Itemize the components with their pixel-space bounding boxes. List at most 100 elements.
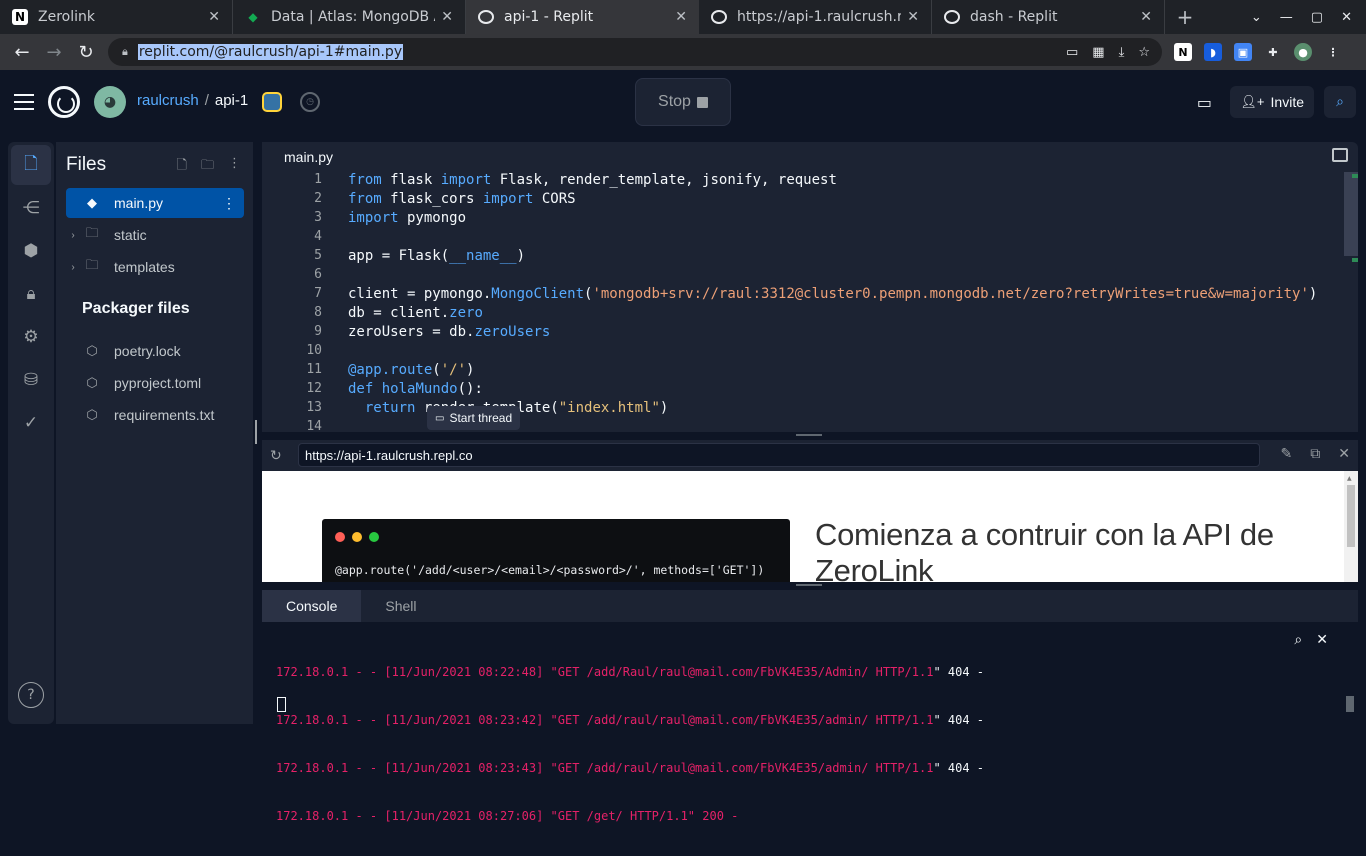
edit-pencil-icon[interactable]: ✎: [1281, 446, 1293, 462]
new-file-icon[interactable]: 🗋︎: [177, 156, 187, 178]
qr-code-icon[interactable]: ▦: [1092, 45, 1104, 60]
new-folder-icon[interactable]: 🗀︎: [201, 156, 214, 178]
browser-tab-title: dash - Replit: [970, 9, 1058, 25]
code-text: def holaMundo():: [348, 381, 483, 397]
repl-name[interactable]: api-1: [215, 92, 248, 109]
history-icon[interactable]: ◷: [300, 92, 320, 112]
comment-icon: ▭: [435, 412, 445, 424]
menu-icon[interactable]: [14, 94, 34, 115]
browser-tab-replit-api[interactable]: api-1 - Replit ✕: [466, 0, 699, 34]
search-icon[interactable]: ⌕: [1324, 86, 1356, 118]
code-text: zeroUsers = db.zeroUsers: [348, 324, 551, 340]
scroll-up-icon[interactable]: ▲: [1347, 475, 1352, 482]
chevron-right-icon[interactable]: ›: [66, 262, 80, 273]
terminal-cursor[interactable]: [277, 697, 286, 712]
close-icon[interactable]: ✕: [675, 9, 687, 25]
screenshot-extension-icon[interactable]: ▣: [1234, 43, 1252, 61]
console-scrollbar[interactable]: [1346, 696, 1354, 712]
line-number: 8: [314, 305, 322, 320]
pane-splitter[interactable]: [796, 584, 822, 586]
code-text: app = Flask(__name__): [348, 248, 526, 264]
close-icon[interactable]: ✕: [907, 9, 919, 25]
log-request: 172.18.0.1 - - [11/Jun/2021 08:23:43] "G…: [276, 761, 934, 775]
secrets-lock-icon[interactable]: 🔒︎: [11, 274, 51, 314]
close-window-icon[interactable]: ✕: [1341, 10, 1352, 25]
close-icon[interactable]: ✕: [441, 9, 453, 25]
clear-console-icon[interactable]: ✕: [1316, 632, 1328, 648]
editor-menu-icon[interactable]: [1332, 148, 1348, 162]
replit-logo-icon[interactable]: [48, 86, 80, 118]
extensions-puzzle-icon[interactable]: ✚: [1264, 43, 1282, 61]
package-file-icon: ⬡: [86, 343, 98, 358]
open-new-tab-icon[interactable]: ⧉: [1310, 446, 1320, 462]
version-control-icon[interactable]: ⋲: [11, 188, 51, 228]
back-icon[interactable]: ←: [6, 42, 38, 63]
more-menu-icon[interactable]: ⋮: [1324, 43, 1342, 61]
webview-page[interactable]: @app.route('/add/<user>/<email>/<passwor…: [262, 471, 1358, 582]
folder-item-templates[interactable]: › 🗀︎ templates: [66, 252, 244, 282]
folder-item-static[interactable]: › 🗀︎ static: [66, 220, 244, 250]
user-avatar[interactable]: ◕: [94, 86, 126, 118]
yellow-dot-icon: [352, 532, 362, 542]
browser-tab-mongodb[interactable]: ◆ Data | Atlas: MongoDB Atlas ✕: [233, 0, 466, 34]
browser-tab-zerolink[interactable]: N Zerolink ✕: [0, 0, 233, 34]
minimize-icon[interactable]: —: [1280, 10, 1293, 25]
close-icon[interactable]: ✕: [1338, 446, 1350, 462]
code-text: from flask_cors import CORS: [348, 191, 576, 207]
code-area[interactable]: 1 from flask import Flask, render_templat…: [262, 172, 1342, 432]
tab-console[interactable]: Console: [262, 590, 362, 622]
packages-icon[interactable]: ⬢: [11, 231, 51, 271]
notion-extension-icon[interactable]: N: [1174, 43, 1192, 61]
kebab-icon[interactable]: ⋮: [222, 195, 236, 212]
tab-shell[interactable]: Shell: [361, 590, 440, 622]
reload-icon[interactable]: ↻: [70, 42, 102, 63]
browser-tab-dash[interactable]: dash - Replit ✕: [932, 0, 1165, 34]
database-icon[interactable]: ⛁: [11, 360, 51, 400]
file-item-main-py[interactable]: ◆ main.py ⋮: [66, 188, 244, 218]
files-panel: Files 🗋︎ 🗀︎ ⋮ ◆ main.py ⋮ › 🗀︎ static › …: [56, 142, 253, 724]
more-options-icon[interactable]: ⋮: [228, 156, 241, 178]
file-item-pyproject[interactable]: ⬡ pyproject.toml: [66, 368, 244, 398]
files-icon[interactable]: 🗋︎: [11, 145, 51, 185]
browser-tab-repl-co[interactable]: https://api-1.raulcrush.repl.co ✕: [699, 0, 932, 34]
file-item-requirements[interactable]: ⬡ requirements.txt: [66, 400, 244, 430]
file-item-poetry-lock[interactable]: ⬡ poetry.lock: [66, 336, 244, 366]
reload-icon[interactable]: ↻: [270, 448, 282, 464]
address-bar[interactable]: 🔒︎ replit.com/@raulcrush/api-1#main.py ▭…: [108, 38, 1162, 66]
install-icon[interactable]: ⤓: [1119, 45, 1125, 60]
close-icon[interactable]: ✕: [208, 9, 220, 25]
code-text: db = client.zero: [348, 305, 483, 321]
bookmark-star-icon[interactable]: ☆: [1138, 45, 1150, 60]
start-thread-tooltip[interactable]: ▭ Start thread: [427, 406, 521, 430]
unit-tests-check-icon[interactable]: ✓: [11, 403, 51, 443]
profile-avatar-icon[interactable]: ●: [1294, 43, 1312, 61]
tab-search-icon[interactable]: ⌄: [1251, 10, 1262, 25]
webview-scrollbar[interactable]: ▲: [1344, 471, 1358, 582]
code-line: 12 def holaMundo():: [262, 381, 1342, 400]
webview-toolbar: ↻ https://api-1.raulcrush.repl.co ✎ ⧉ ✕: [262, 440, 1358, 472]
bitwarden-icon[interactable]: ◗: [1204, 43, 1222, 61]
line-number: 14: [306, 419, 322, 432]
panel-resize-handle[interactable]: [255, 420, 257, 444]
new-tab-button[interactable]: +: [1165, 0, 1205, 34]
settings-gear-icon[interactable]: ⚙: [11, 317, 51, 357]
help-icon[interactable]: ?: [18, 682, 44, 708]
log-request: 172.18.0.1 - - [11/Jun/2021 08:27:06] "G…: [276, 809, 739, 823]
forward-icon[interactable]: →: [38, 42, 70, 63]
red-dot-icon: [335, 532, 345, 542]
chevron-right-icon[interactable]: ›: [66, 230, 80, 241]
editor-scrollbar[interactable]: [1344, 172, 1358, 256]
search-icon[interactable]: ⌕: [1294, 632, 1302, 648]
chat-icon[interactable]: ▭: [1188, 86, 1220, 118]
invite-button[interactable]: 👤︎+ Invite: [1230, 86, 1314, 118]
cast-icon[interactable]: ▭: [1066, 45, 1078, 60]
close-icon[interactable]: ✕: [1140, 9, 1152, 25]
pane-splitter[interactable]: [796, 434, 822, 436]
editor-tab-main-py[interactable]: main.py: [262, 142, 356, 172]
webview-url-input[interactable]: https://api-1.raulcrush.repl.co: [298, 443, 1260, 467]
stop-button[interactable]: Stop: [635, 78, 731, 126]
restore-icon[interactable]: ▢: [1311, 10, 1323, 25]
username-link[interactable]: raulcrush: [137, 92, 199, 109]
scroll-thumb[interactable]: [1347, 485, 1355, 547]
lock-icon: 🔒︎: [122, 45, 128, 58]
